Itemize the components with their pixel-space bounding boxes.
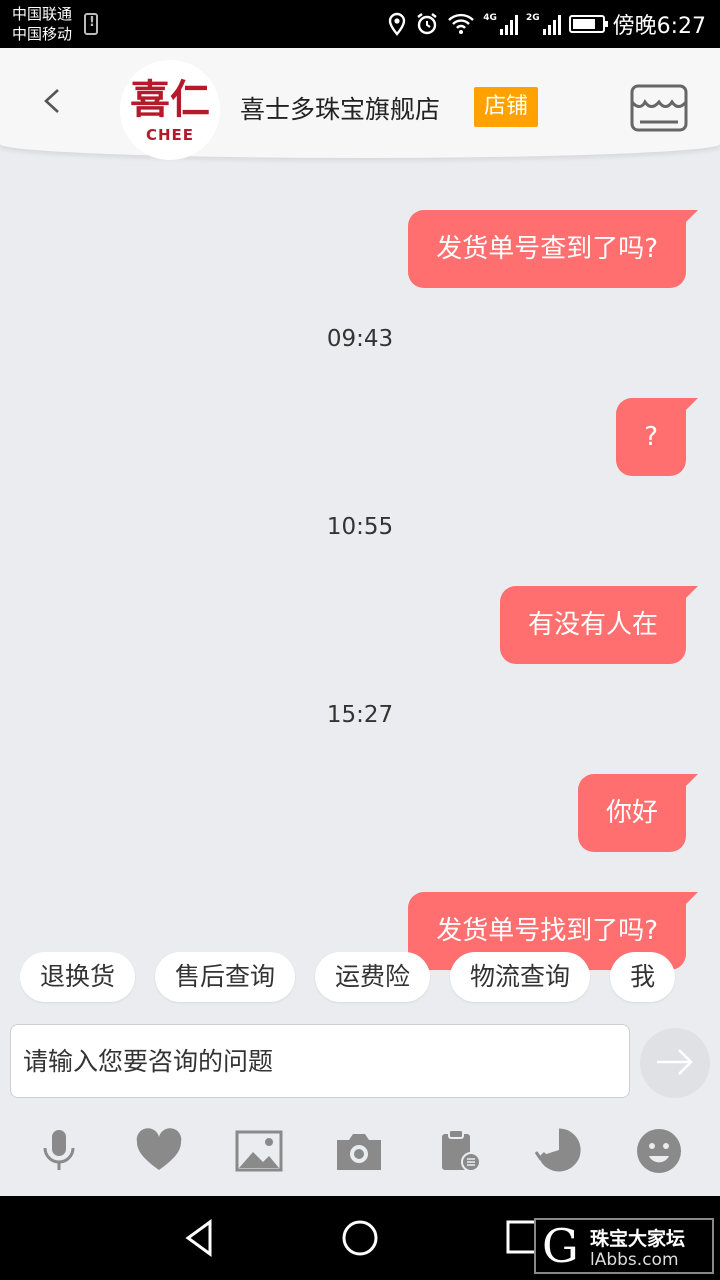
quick-reply-return[interactable]: 退换货: [20, 952, 136, 1002]
microphone-icon[interactable]: [34, 1126, 84, 1176]
shop-logo-text: 喜仁: [130, 76, 210, 123]
chat-area[interactable]: 发货单号查到了吗? 09:43 ? 10:55 有没有人在 15:27 你好 发…: [0, 160, 720, 1020]
heart-icon[interactable]: [134, 1126, 184, 1176]
battery-icon: [568, 15, 608, 33]
message-timestamp: 10:55: [326, 514, 394, 540]
message-bubble[interactable]: 发货单号查到了吗?: [408, 210, 698, 288]
shop-name[interactable]: 喜士多珠宝旗舰店: [240, 90, 440, 126]
quick-replies: 退换货 售后查询 运费险 物流查询 我: [20, 952, 700, 1006]
emoji-icon[interactable]: [634, 1126, 684, 1176]
alarm-icon: [417, 13, 438, 35]
shop-logo-subtext: CHEE: [145, 126, 195, 144]
message-bubble[interactable]: 有没有人在: [499, 586, 699, 664]
nav-back-icon[interactable]: [180, 1218, 220, 1258]
battery-warning-icon: [84, 13, 98, 35]
input-toolbar: [0, 1126, 720, 1180]
carrier-2: 中国移动: [12, 25, 73, 43]
watermark-cn: 珠宝大家坛: [590, 1228, 686, 1250]
quick-reply-aftersales[interactable]: 售后查询: [155, 952, 296, 1002]
message-timestamp: 15:27: [326, 702, 394, 728]
watermark-logo: G: [542, 1219, 579, 1273]
carrier-labels: 中国联通 中国移动: [12, 4, 72, 44]
message-bubble[interactable]: ?: [616, 398, 698, 476]
wifi-icon: [448, 13, 475, 34]
image-icon[interactable]: [234, 1126, 284, 1176]
carrier-1: 中国联通: [12, 5, 73, 23]
camera-icon[interactable]: [334, 1126, 384, 1176]
quick-reply-logistics[interactable]: 物流查询: [450, 952, 591, 1002]
send-button[interactable]: [640, 1028, 710, 1098]
store-icon[interactable]: [628, 80, 690, 134]
status-time: 傍晚6:27: [612, 14, 706, 39]
status-icons: 4G 2G 傍晚6:27: [387, 0, 706, 48]
message-timestamp: 09:43: [326, 326, 394, 352]
quick-reply-more[interactable]: 我: [610, 952, 676, 1002]
signal-4g-icon: 4G: [483, 13, 518, 35]
history-icon[interactable]: [534, 1126, 584, 1176]
chat-header: 喜仁 CHEE 喜士多珠宝旗舰店 店铺: [0, 48, 720, 160]
message-input[interactable]: [10, 1024, 630, 1098]
shop-avatar[interactable]: 喜仁 CHEE: [120, 60, 220, 160]
input-area: [0, 1018, 720, 1196]
site-watermark: G 珠宝大家坛 lAbbs.com: [534, 1218, 714, 1274]
shop-tag-badge[interactable]: 店铺: [474, 87, 538, 127]
status-bar: 中国联通 中国移动 4G 2G 傍晚6:27: [0, 0, 720, 48]
quick-reply-shipping-insurance[interactable]: 运费险: [315, 952, 431, 1002]
arrow-right-icon: [657, 1048, 693, 1075]
signal-2g-icon: 2G: [526, 13, 561, 35]
back-arrow-icon[interactable]: [40, 88, 66, 114]
nav-home-icon[interactable]: [340, 1218, 380, 1258]
watermark-en: lAbbs.com: [590, 1250, 679, 1270]
order-clipboard-icon[interactable]: [434, 1126, 484, 1176]
location-icon: [389, 12, 406, 36]
message-bubble[interactable]: 你好: [577, 774, 699, 852]
